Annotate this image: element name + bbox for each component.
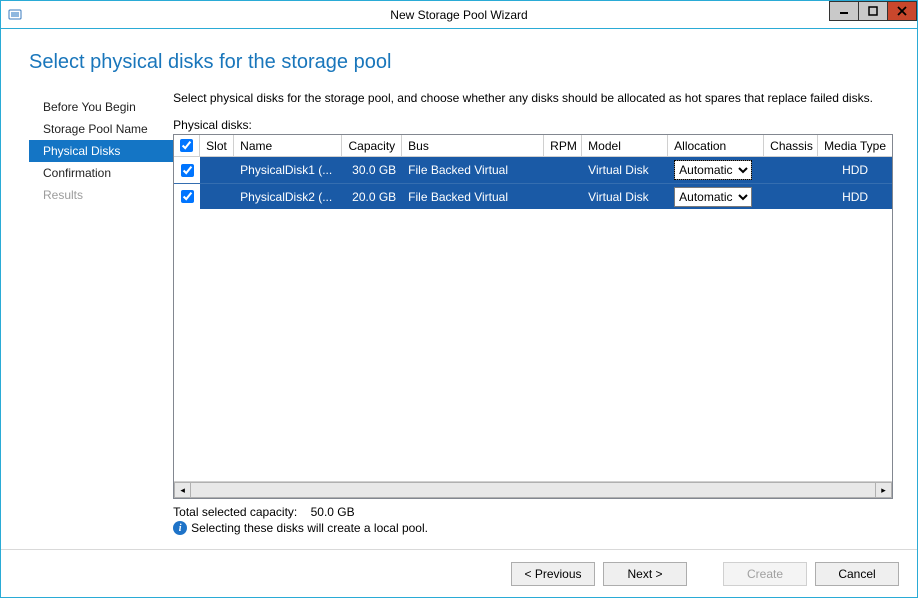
instruction-text: Select physical disks for the storage po…: [173, 88, 893, 106]
cancel-button[interactable]: Cancel: [815, 562, 899, 586]
col-bus[interactable]: Bus: [402, 135, 544, 156]
row-checkbox[interactable]: [181, 190, 194, 203]
cell-model: Virtual Disk: [582, 157, 668, 183]
disks-table: Slot Name Capacity Bus RPM Model Allocat…: [173, 134, 893, 499]
scroll-right-button[interactable]: ▸: [875, 482, 892, 498]
app-icon: [7, 7, 23, 23]
sidebar-item-physical-disks[interactable]: Physical Disks: [29, 140, 173, 162]
col-model[interactable]: Model: [582, 135, 668, 156]
cell-media: HDD: [818, 184, 892, 209]
table-header: Slot Name Capacity Bus RPM Model Allocat…: [174, 135, 892, 157]
cell-rpm: [544, 184, 582, 209]
select-all-checkbox[interactable]: [180, 139, 193, 152]
total-capacity: Total selected capacity: 50.0 GB: [173, 505, 893, 519]
col-capacity[interactable]: Capacity: [342, 135, 402, 156]
col-allocation[interactable]: Allocation: [668, 135, 764, 156]
main-row: Before You Begin Storage Pool Name Physi…: [1, 88, 917, 549]
allocation-select[interactable]: Automatic: [674, 160, 752, 180]
wizard-sidebar: Before You Begin Storage Pool Name Physi…: [29, 88, 173, 549]
window-controls: [830, 1, 917, 21]
maximize-button[interactable]: [858, 1, 888, 21]
col-rpm[interactable]: RPM: [544, 135, 582, 156]
next-button[interactable]: Next >: [603, 562, 687, 586]
col-chassis[interactable]: Chassis: [764, 135, 818, 156]
sidebar-item-results: Results: [29, 184, 173, 206]
col-check[interactable]: [174, 135, 200, 156]
wizard-window: New Storage Pool Wizard Select physical …: [0, 0, 918, 598]
capacity-label: Total selected capacity:: [173, 505, 297, 519]
info-icon: i: [173, 521, 187, 535]
cell-chassis: [764, 184, 818, 209]
scroll-track[interactable]: [191, 482, 875, 498]
col-name[interactable]: Name: [234, 135, 342, 156]
horizontal-scrollbar[interactable]: ◂ ▸: [174, 481, 892, 498]
cell-capacity: 30.0 GB: [342, 157, 402, 183]
sidebar-item-before-you-begin[interactable]: Before You Begin: [29, 96, 173, 118]
table-label: Physical disks:: [173, 118, 893, 132]
cell-allocation: Automatic: [668, 184, 764, 209]
table-body: PhysicalDisk1 (... 30.0 GB File Backed V…: [174, 157, 892, 481]
info-row: i Selecting these disks will create a lo…: [173, 521, 893, 535]
wizard-footer: < Previous Next > Create Cancel: [1, 549, 917, 597]
cell-media: HDD: [818, 157, 892, 183]
col-slot[interactable]: Slot: [200, 135, 234, 156]
info-text: Selecting these disks will create a loca…: [191, 521, 428, 535]
cell-rpm: [544, 157, 582, 183]
sidebar-item-confirmation[interactable]: Confirmation: [29, 162, 173, 184]
cell-model: Virtual Disk: [582, 184, 668, 209]
create-button: Create: [723, 562, 807, 586]
cell-capacity: 20.0 GB: [342, 184, 402, 209]
table-row[interactable]: PhysicalDisk2 (... 20.0 GB File Backed V…: [174, 183, 892, 209]
cell-bus: File Backed Virtual: [402, 184, 544, 209]
content-pane: Select physical disks for the storage po…: [173, 88, 917, 549]
cell-name: PhysicalDisk1 (...: [234, 157, 342, 183]
cell-name: PhysicalDisk2 (...: [234, 184, 342, 209]
cell-chassis: [764, 157, 818, 183]
cell-allocation: Automatic: [668, 157, 764, 183]
sidebar-item-storage-pool-name[interactable]: Storage Pool Name: [29, 118, 173, 140]
page-title: Select physical disks for the storage po…: [1, 29, 917, 88]
titlebar: New Storage Pool Wizard: [1, 1, 917, 29]
cell-slot: [200, 157, 234, 183]
wizard-body: Select physical disks for the storage po…: [1, 29, 917, 597]
allocation-select[interactable]: Automatic: [674, 187, 752, 207]
window-title: New Storage Pool Wizard: [390, 8, 527, 22]
previous-button[interactable]: < Previous: [511, 562, 595, 586]
table-row[interactable]: PhysicalDisk1 (... 30.0 GB File Backed V…: [174, 157, 892, 183]
col-media-type[interactable]: Media Type: [818, 135, 892, 156]
close-button[interactable]: [887, 1, 917, 21]
cell-bus: File Backed Virtual: [402, 157, 544, 183]
scroll-left-button[interactable]: ◂: [174, 482, 191, 498]
cell-slot: [200, 184, 234, 209]
minimize-button[interactable]: [829, 1, 859, 21]
row-checkbox[interactable]: [181, 164, 194, 177]
capacity-value: 50.0 GB: [311, 505, 355, 519]
